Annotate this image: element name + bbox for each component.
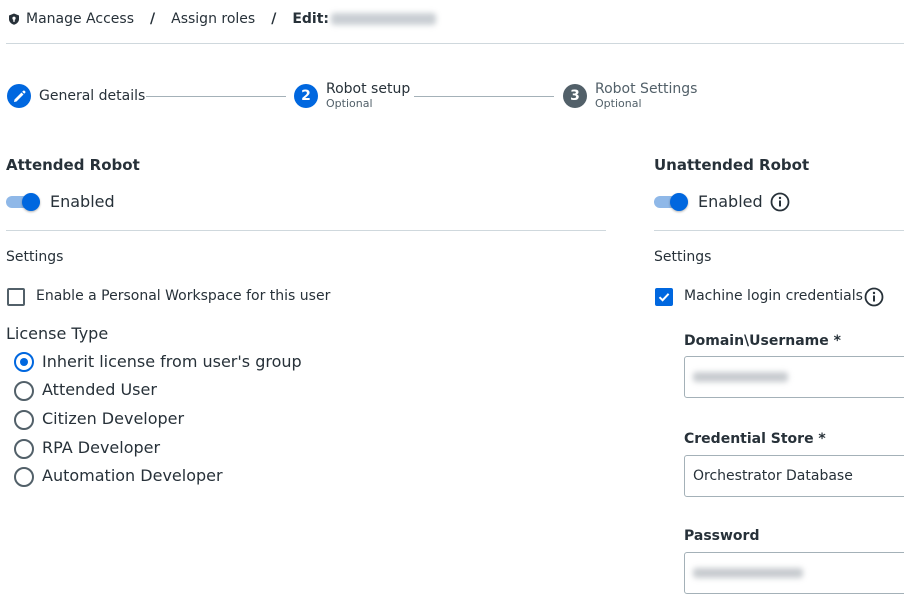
license-type-title: License Type <box>6 324 109 343</box>
step-2-circle[interactable]: 2 <box>294 84 318 108</box>
breadcrumb-manage-access-link[interactable]: Manage Access <box>26 11 134 27</box>
license-radio-attended-user[interactable] <box>14 381 34 401</box>
toggle-knob <box>670 193 688 211</box>
step-connector <box>414 96 554 97</box>
step-3-circle[interactable]: 3 <box>563 84 587 108</box>
attended-enabled-label: Enabled <box>50 192 115 211</box>
unattended-enabled-label: Enabled <box>698 192 763 211</box>
step-connector <box>146 96 286 97</box>
machine-login-checkbox[interactable] <box>655 288 673 306</box>
attended-divider <box>6 230 606 231</box>
breadcrumb-separator: / <box>271 11 277 27</box>
shield-icon <box>8 13 20 25</box>
breadcrumb: Manage Access / Assign roles / Edit: <box>8 10 437 28</box>
password-value-masked <box>693 568 803 578</box>
breadcrumb-edit-label: Edit: <box>292 11 330 27</box>
domain-username-value-redacted <box>693 372 788 382</box>
step-1-circle[interactable] <box>7 84 31 108</box>
credential-store-select[interactable]: Orchestrator Database <box>684 455 904 497</box>
attended-enabled-toggle[interactable] <box>6 193 42 211</box>
domain-username-label: Domain\Username * <box>684 333 841 349</box>
check-icon <box>658 291 670 303</box>
unattended-enabled-toggle[interactable] <box>654 193 690 211</box>
step-2-label[interactable]: Robot setup <box>326 81 410 97</box>
domain-username-input[interactable] <box>684 356 904 398</box>
info-icon[interactable] <box>864 287 884 307</box>
step-1-label[interactable]: General details <box>39 88 145 104</box>
pencil-icon <box>13 90 26 103</box>
info-icon[interactable] <box>770 192 790 212</box>
license-option-automation-developer[interactable]: Automation Developer <box>42 466 223 485</box>
attended-robot-title: Attended Robot <box>6 156 140 174</box>
license-option-inherit[interactable]: Inherit license from user's group <box>42 352 302 371</box>
step-3-optional-text: Optional <box>595 97 642 110</box>
password-label: Password <box>684 528 760 544</box>
unattended-robot-title: Unattended Robot <box>654 156 810 174</box>
unattended-divider <box>654 230 904 231</box>
license-option-citizen-developer[interactable]: Citizen Developer <box>42 409 184 428</box>
step-2-optional-text: Optional <box>326 97 373 110</box>
license-option-rpa-developer[interactable]: RPA Developer <box>42 438 160 457</box>
attended-settings-title: Settings <box>6 249 64 265</box>
breadcrumb-assign-roles-link[interactable]: Assign roles <box>171 11 255 27</box>
license-radio-automation-developer[interactable] <box>14 467 34 487</box>
license-option-attended-user[interactable]: Attended User <box>42 380 157 399</box>
header-divider <box>6 43 904 44</box>
credential-store-value: Orchestrator Database <box>693 468 853 484</box>
license-radio-citizen-developer[interactable] <box>14 410 34 430</box>
toggle-knob <box>22 193 40 211</box>
password-input[interactable] <box>684 552 904 594</box>
personal-workspace-label[interactable]: Enable a Personal Workspace for this use… <box>36 288 330 304</box>
license-radio-rpa-developer[interactable] <box>14 439 34 459</box>
license-radio-inherit[interactable] <box>14 352 34 372</box>
credential-store-label: Credential Store * <box>684 431 826 447</box>
unattended-settings-title: Settings <box>654 249 712 265</box>
breadcrumb-separator: / <box>150 11 156 27</box>
personal-workspace-checkbox[interactable] <box>7 288 25 306</box>
radio-selected-dot <box>20 358 28 366</box>
machine-login-label[interactable]: Machine login credentials <box>684 288 863 304</box>
breadcrumb-user-name-redacted <box>331 13 437 25</box>
step-3-label[interactable]: Robot Settings <box>595 81 697 97</box>
